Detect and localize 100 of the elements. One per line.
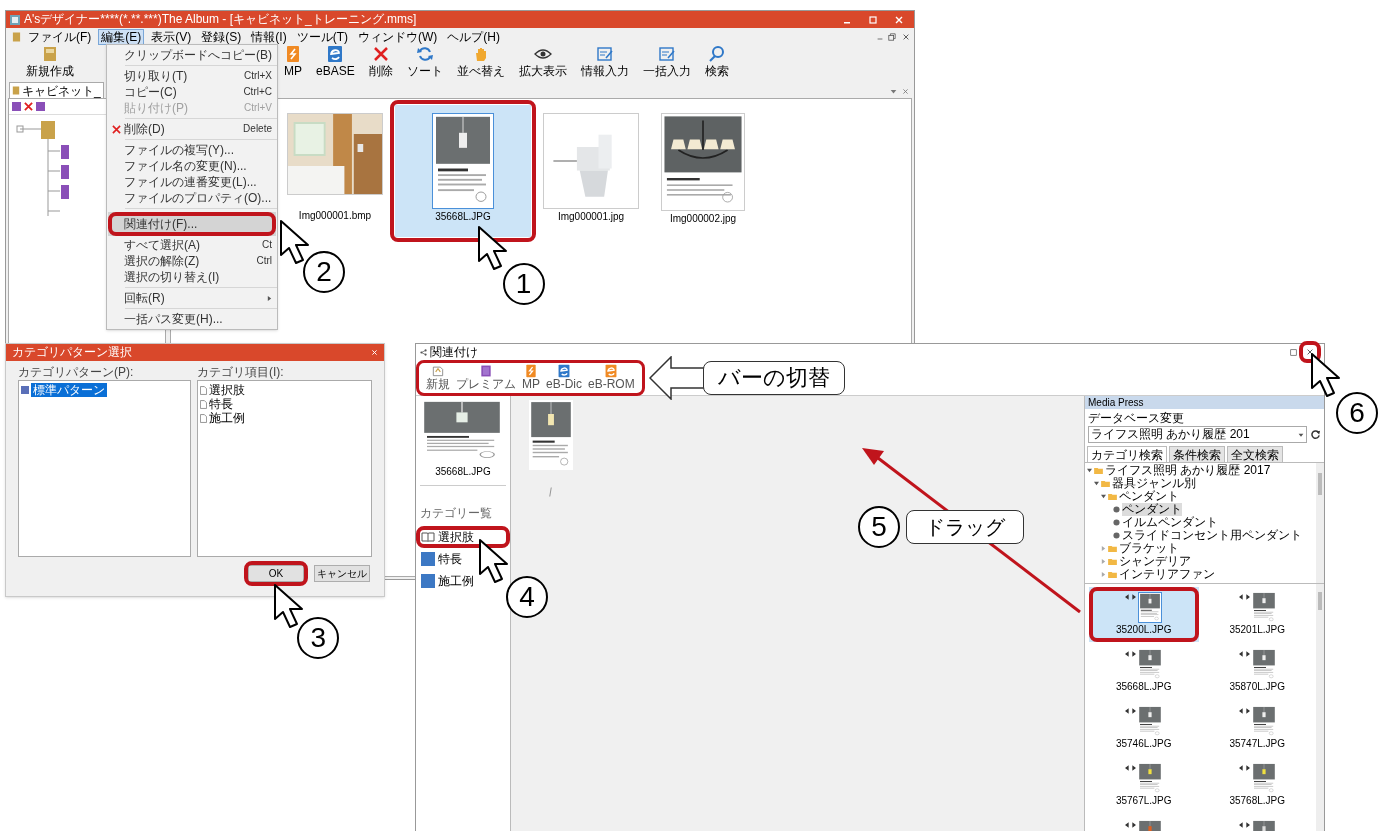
menu-item[interactable]: ファイル(F) <box>25 28 95 45</box>
x-mark-icon[interactable] <box>24 102 33 111</box>
share-icon <box>420 348 427 356</box>
toolbar-button[interactable]: プレミアム <box>455 364 517 391</box>
thumbnail-tile[interactable]: 35747L.JPG <box>1202 701 1312 756</box>
toolbar-button[interactable]: 一括入力 <box>640 45 693 80</box>
toolbar-button[interactable]: 情報入力 <box>578 45 631 80</box>
category-icon <box>421 552 435 566</box>
toolbar-button[interactable]: 削除 <box>366 45 395 80</box>
arrows-icon[interactable] <box>1238 765 1250 771</box>
menu-item[interactable]: 登録(S) <box>198 28 245 45</box>
menu-item[interactable]: ファイルのプロパティ(O)... <box>108 190 276 206</box>
panel-title: Media Press <box>1085 396 1324 409</box>
tab[interactable]: カテゴリ検索 <box>1087 446 1167 462</box>
menu-item[interactable]: 表示(V) <box>148 28 195 45</box>
menu-item[interactable]: ファイルの連番変更(L)... <box>108 174 276 190</box>
toolbar-button[interactable]: MP <box>521 364 541 391</box>
tree-item[interactable]: ペンダント <box>1119 490 1179 503</box>
dialog-button[interactable]: キャンセル <box>314 565 370 582</box>
menu-item[interactable]: ヘルプ(H) <box>444 28 503 45</box>
thumbnail-tile[interactable]: 35668L.JPG <box>1089 644 1199 699</box>
arrows-icon[interactable] <box>1238 708 1250 714</box>
category-item[interactable]: 特長 <box>416 548 510 570</box>
maximize-icon[interactable] <box>1290 348 1297 356</box>
tree-item[interactable]: 器具ジャンル別 <box>1112 477 1196 490</box>
arrows-icon[interactable] <box>1238 651 1250 657</box>
lightning-tile-icon <box>284 45 302 63</box>
toolbar-button[interactable]: ソート <box>404 45 445 80</box>
menu-item[interactable]: 編集(E) <box>98 28 145 45</box>
file-name: 35747L.JPG <box>1229 738 1286 749</box>
menu-item[interactable]: 情報(I) <box>248 28 290 45</box>
menu-item[interactable]: 選択の切り替え(I) <box>108 269 276 285</box>
thumbnail-tile[interactable]: 35201L.JPG <box>1202 587 1312 642</box>
thumbnail-tile[interactable]: 35767L.JPG <box>1089 758 1199 813</box>
toolbar-button[interactable]: 拡大表示 <box>516 45 569 80</box>
dialog-title: カテゴリパターン選択 <box>12 345 133 360</box>
toolbar-button[interactable]: MP <box>282 45 304 80</box>
thumbnail-tile[interactable]: 35768L.JPG <box>1202 758 1312 813</box>
expanded-arrow-icon[interactable] <box>1101 494 1106 499</box>
restore-icon[interactable] <box>888 32 896 41</box>
tree-item[interactable]: ブラケット <box>1119 542 1179 555</box>
arrows-icon[interactable] <box>1238 822 1250 828</box>
dropdown-icon <box>1298 431 1304 438</box>
tree-item[interactable]: ペンダント <box>1122 503 1182 516</box>
arrows-icon[interactable] <box>1125 708 1137 714</box>
toolbar-button[interactable]: eB-Dic <box>545 364 583 391</box>
tree-item[interactable]: インテリアファン <box>1119 568 1215 581</box>
menu-item[interactable]: クリップボードへコピー(B) <box>108 47 276 63</box>
menu-item[interactable]: コピー(C) Ctrl+C <box>108 84 276 100</box>
thumbnail-tile[interactable]: 35870L.JPG <box>1202 644 1312 699</box>
menu-item[interactable]: 回転(R) <box>108 290 276 306</box>
arrows-icon[interactable] <box>1125 822 1137 828</box>
toolbar-button[interactable]: eB-ROM <box>587 364 636 391</box>
list-item[interactable]: 標準パターン <box>31 383 107 397</box>
menu-item[interactable]: ツール(T) <box>293 28 351 45</box>
list-item[interactable]: 特長 <box>209 397 233 411</box>
thumbnail-tile[interactable]: 35200L.JPG <box>1089 587 1199 642</box>
menu-item[interactable]: 関連付け(F)... <box>108 212 276 236</box>
cabinet-tab[interactable]: キャビネット_ <box>9 82 104 98</box>
expanded-arrow-icon[interactable] <box>1087 468 1092 473</box>
tab[interactable]: 全文検索 <box>1227 446 1283 462</box>
list-item[interactable]: 選択肢 <box>209 383 245 397</box>
scrollbar[interactable] <box>1316 584 1324 831</box>
file-name: 35200L.JPG <box>1115 624 1172 635</box>
tree-item[interactable]: スライドコンセント用ペンダント <box>1122 529 1302 542</box>
menu-item[interactable]: ファイルの複写(Y)... <box>108 142 276 158</box>
field-label: データベース変更 <box>1088 411 1185 425</box>
thumbnail-tile[interactable]: 35746L.JPG <box>1089 701 1199 756</box>
tree-item[interactable]: シャンデリア <box>1119 555 1191 568</box>
toolbar-button[interactable]: 新規 <box>425 364 451 391</box>
dropdown-icon[interactable] <box>890 88 897 95</box>
arrows-icon[interactable] <box>1125 594 1137 600</box>
toolbar-button[interactable]: eBASE <box>314 45 357 80</box>
document-icon <box>431 364 445 378</box>
menu-item[interactable]: すべて選択(A) Ct <box>108 237 276 253</box>
tree-item[interactable]: イルムペンダント <box>1122 516 1218 529</box>
document-icon <box>12 86 20 95</box>
database-dropdown[interactable]: ライフス照明 あかり履歴 201 <box>1088 426 1307 443</box>
file-name: 35768L.JPG <box>1229 795 1286 806</box>
arrows-icon[interactable] <box>1125 765 1137 771</box>
menu-item[interactable]: 選択の解除(Z) Ctrl <box>108 253 276 269</box>
swirl-icon <box>557 364 571 378</box>
menu-item[interactable]: 切り取り(T) Ctrl+X <box>108 68 276 84</box>
toolbar-button[interactable]: 新規作成 <box>24 45 76 80</box>
book-icon <box>41 45 59 63</box>
toolbar-button[interactable]: 並べ替え <box>454 45 507 80</box>
menu-item[interactable]: 削除(D) Delete <box>108 121 276 137</box>
refresh-icon[interactable] <box>1310 429 1321 440</box>
list-item[interactable]: 施工例 <box>209 411 245 425</box>
file-name: Img000001.jpg <box>557 210 625 224</box>
tree-item[interactable]: ライフス照明 あかり履歴 2017 <box>1105 464 1271 477</box>
expanded-arrow-icon[interactable] <box>1094 481 1099 486</box>
scrollbar[interactable] <box>1316 463 1324 583</box>
menu-item[interactable]: ウィンドウ(W) <box>355 28 441 45</box>
toolbar-button[interactable]: 検索 <box>702 45 731 80</box>
menu-item[interactable]: ファイル名の変更(N)... <box>108 158 276 174</box>
arrows-icon[interactable] <box>1238 594 1250 600</box>
arrows-icon[interactable] <box>1125 651 1137 657</box>
tab[interactable]: 条件検索 <box>1169 446 1225 462</box>
menu-item[interactable]: 一括パス変更(H)... <box>108 311 276 327</box>
